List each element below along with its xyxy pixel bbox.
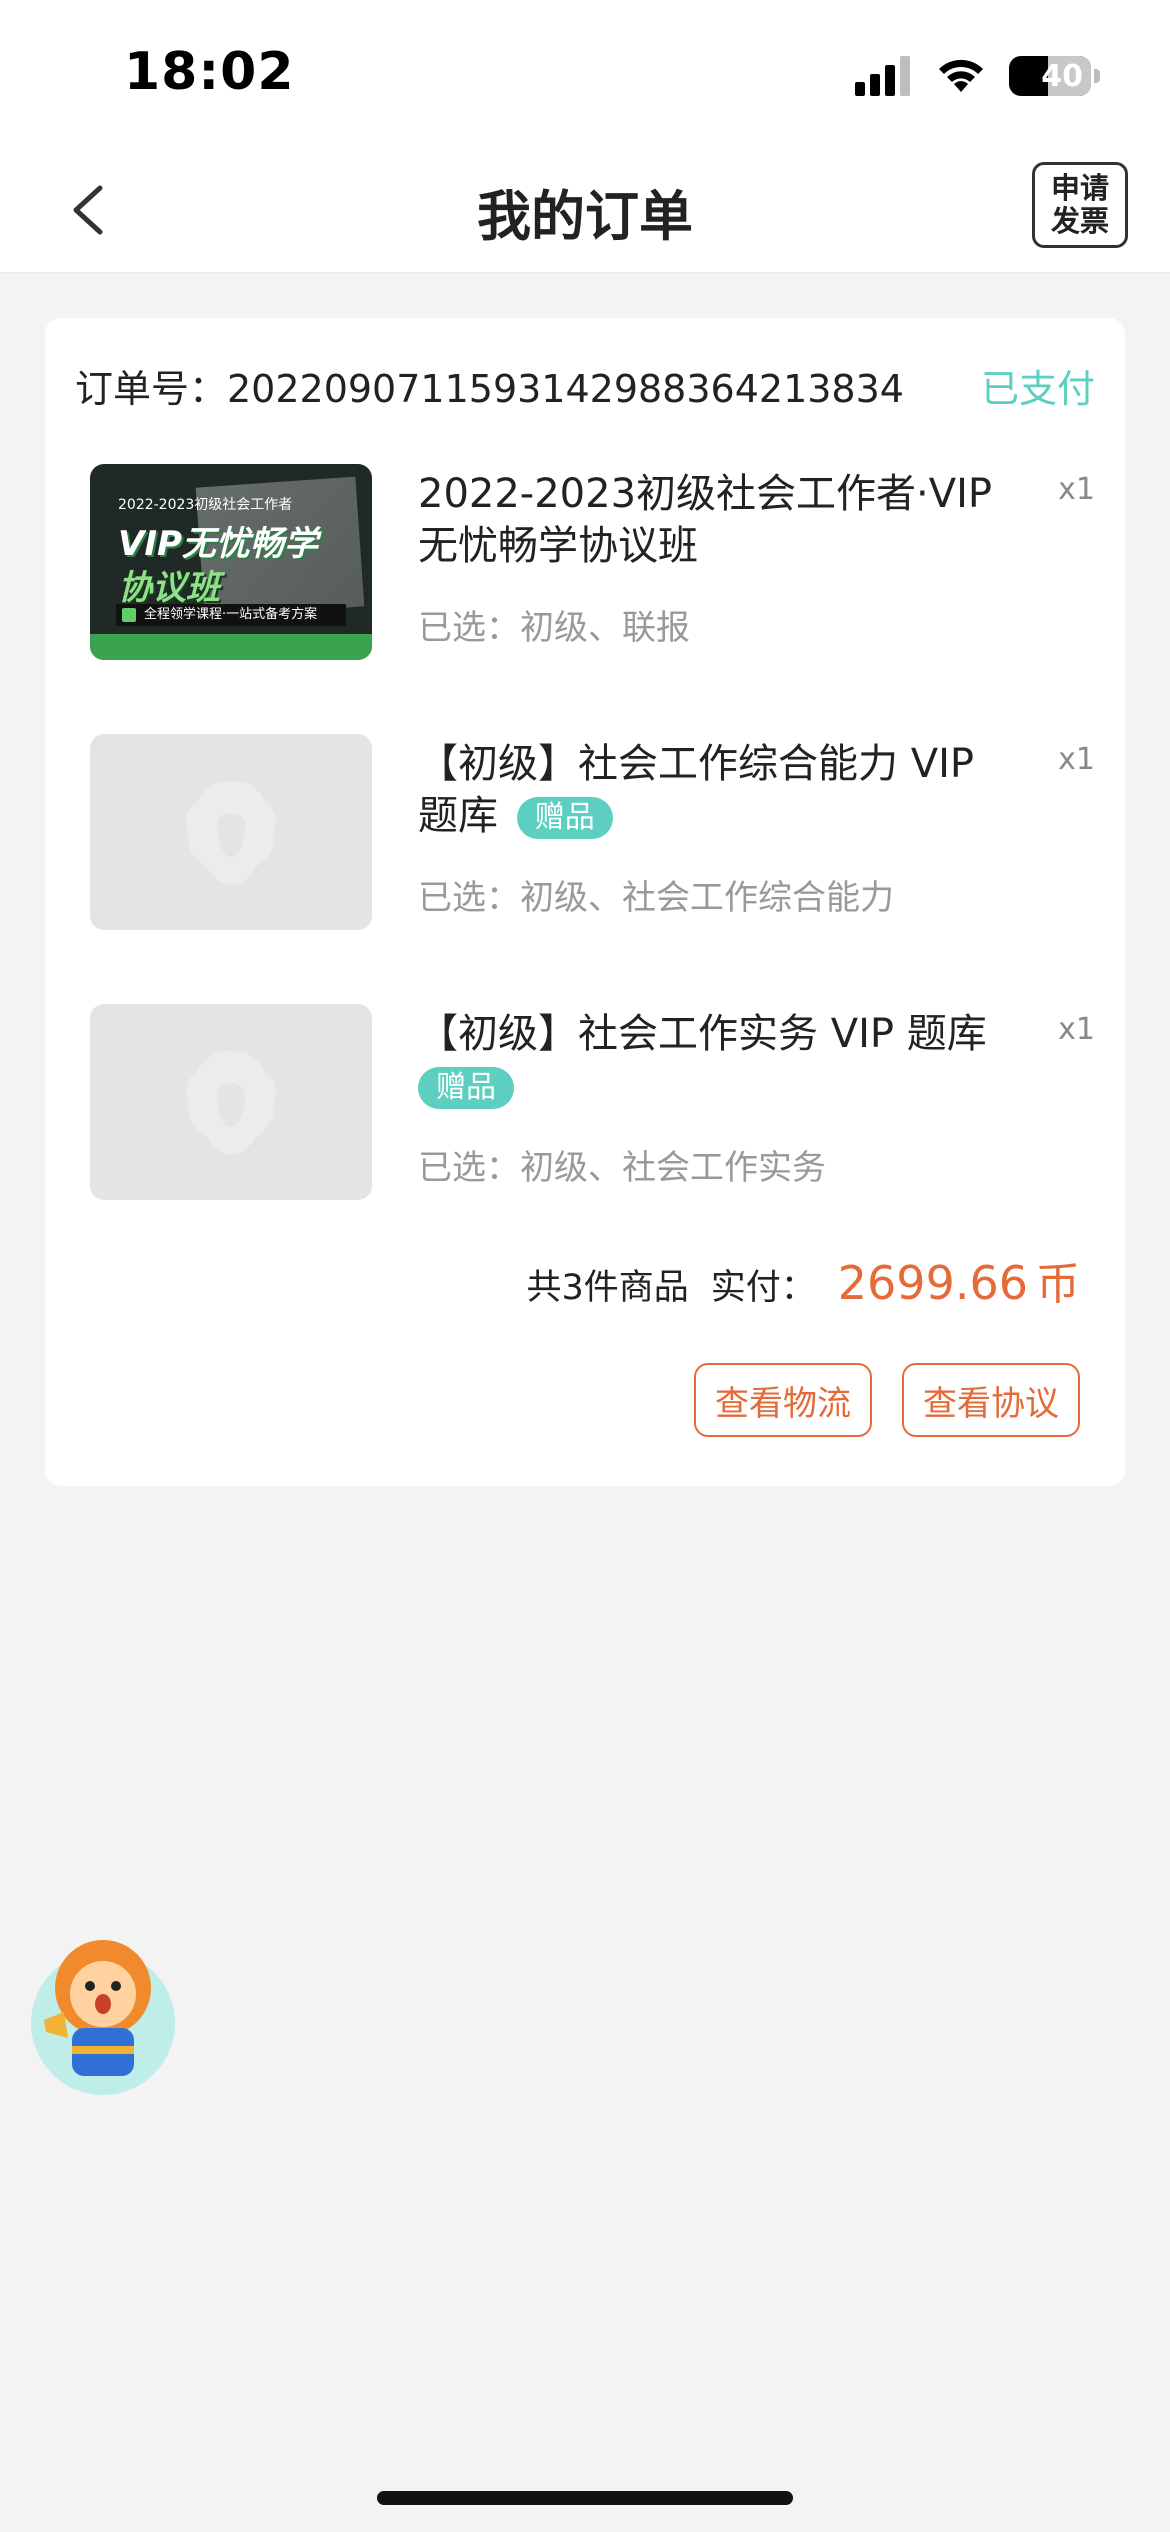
item-selected-options: 已选：初级、联报 xyxy=(418,608,690,648)
gift-badge: 赠品 xyxy=(418,1067,514,1109)
item-title-text: 【初级】社会工作实务 VIP 题库 xyxy=(418,1011,987,1057)
paid-label: 实付： xyxy=(710,1268,816,1308)
battery-icon: 40 xyxy=(1009,56,1100,96)
lion-mascot-icon[interactable] xyxy=(28,1928,178,2098)
paid-amount: 2699.66 xyxy=(837,1256,1028,1310)
view-logistics-button[interactable]: 查看物流 xyxy=(694,1363,872,1437)
cover-strip: 全程领学课程·一站式备考方案 xyxy=(116,604,346,626)
battery-level: 40 xyxy=(1041,58,1083,94)
order-actions: 查看物流 查看协议 xyxy=(694,1363,1080,1437)
placeholder-image xyxy=(90,1004,372,1200)
item-quantity: x1 xyxy=(1058,742,1095,777)
lion-logo-icon xyxy=(186,1051,276,1155)
item-selected-options: 已选：初级、社会工作实务 xyxy=(418,1148,826,1188)
status-icons: 40 xyxy=(855,52,1100,100)
order-number: 订单号：20220907115931429883642138​34 xyxy=(75,367,904,411)
gift-badge: 赠品 xyxy=(516,797,613,839)
item-title: 2022-2023初级社会工作者·VIP无忧畅学协议班 xyxy=(418,471,993,569)
item-selected-options: 已选：初级、社会工作综合能力 xyxy=(418,878,894,918)
course-cover-image: 2022-2023初级社会工作者 VIP无忧畅学 协议班 全程领学课程·一站式备… xyxy=(90,464,372,660)
request-invoice-button[interactable]: 申请 发票 xyxy=(1032,162,1128,248)
item-quantity: x1 xyxy=(1058,472,1095,507)
page-title: 我的订单 xyxy=(477,185,693,248)
cover-strip-text: 全程领学课程·一站式备考方案 xyxy=(144,607,318,622)
order-item[interactable]: 【初级】社会工作实务 VIP 题库 赠品 x1 已选：初级、社会工作实务 xyxy=(90,1004,1095,1200)
cover-class-text: 协议班 xyxy=(118,568,220,608)
placeholder-image xyxy=(90,734,372,930)
order-status: 已支付 xyxy=(980,367,1095,411)
home-indicator xyxy=(377,2491,793,2505)
view-agreement-button[interactable]: 查看协议 xyxy=(902,1363,1080,1437)
nav-bar: 我的订单 申请 发票 xyxy=(0,150,1170,273)
item-quantity: x1 xyxy=(1058,1012,1095,1047)
item-title: 【初级】社会工作综合能力 VIP 题库 赠品 xyxy=(418,738,1018,842)
item-title-text: 【初级】社会工作综合能力 VIP 题库 xyxy=(418,741,974,839)
currency-unit: 币 xyxy=(1036,1259,1080,1310)
order-header: 订单号：20220907115931429883642138​34 已支付 xyxy=(75,358,1095,413)
view-logistics-label: 查看物流 xyxy=(715,1383,851,1424)
cover-top-text: 2022-2023初级社会工作者 xyxy=(118,497,293,513)
lion-logo-icon xyxy=(186,781,276,885)
status-bar: 18:02 40 xyxy=(0,0,1170,150)
request-invoice-label: 申请 发票 xyxy=(1050,171,1109,238)
signal-icon xyxy=(855,56,910,96)
view-agreement-label: 查看协议 xyxy=(923,1383,1059,1424)
order-summary: 共3件商品 实付： 2699.66 币 xyxy=(526,1248,1080,1312)
item-count: 共3件商品 xyxy=(526,1268,689,1308)
status-time: 18:02 xyxy=(124,42,295,102)
wifi-icon xyxy=(939,59,983,92)
cover-vip-text: VIP无忧畅学 xyxy=(118,524,318,564)
item-title: 【初级】社会工作实务 VIP 题库 赠品 xyxy=(418,1008,1018,1112)
order-item[interactable]: 【初级】社会工作综合能力 VIP 题库 赠品 x1 已选：初级、社会工作综合能力 xyxy=(90,734,1095,930)
order-item[interactable]: 2022-2023初级社会工作者 VIP无忧畅学 协议班 全程领学课程·一站式备… xyxy=(90,464,1095,660)
order-card[interactable]: 订单号：20220907115931429883642138​34 已支付 20… xyxy=(45,318,1125,1486)
